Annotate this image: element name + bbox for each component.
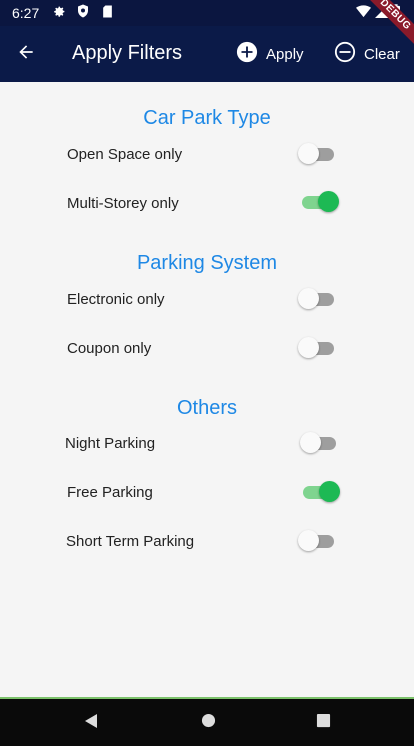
navigation-bar xyxy=(0,699,414,746)
status-bar: 6:27 xyxy=(0,0,414,26)
sd-card-icon xyxy=(100,3,114,19)
night-parking-switch[interactable] xyxy=(300,432,340,454)
clear-label: Clear xyxy=(364,45,400,63)
clear-button[interactable]: Clear xyxy=(334,40,400,68)
page-title: Apply Filters xyxy=(72,42,183,64)
coupon-switch[interactable] xyxy=(298,337,338,359)
multi-storey-switch[interactable] xyxy=(300,191,340,213)
section-title-parking-system: Parking System xyxy=(136,252,278,274)
free-parking-switch[interactable] xyxy=(301,481,341,503)
back-button[interactable] xyxy=(10,40,42,68)
nav-recents-button[interactable] xyxy=(311,711,335,735)
triangle-back-icon xyxy=(83,713,99,734)
minus-circle-icon xyxy=(334,41,356,68)
apply-button[interactable]: Apply xyxy=(236,40,304,68)
filters-panel: Car Park Type Open Space only Multi-Stor… xyxy=(0,82,414,697)
wifi-icon xyxy=(356,5,371,23)
square-recents-icon xyxy=(316,713,331,733)
arrow-left-icon xyxy=(16,42,36,67)
gear-icon xyxy=(52,3,66,19)
electronic-label: Electronic only xyxy=(67,291,165,308)
multi-storey-label: Multi-Storey only xyxy=(67,195,179,212)
section-title-car-park-type: Car Park Type xyxy=(143,107,271,129)
short-term-parking-switch[interactable] xyxy=(298,530,338,552)
nav-home-button[interactable] xyxy=(196,711,220,735)
section-title-others: Others xyxy=(176,397,238,419)
apply-label: Apply xyxy=(266,45,304,63)
open-space-switch[interactable] xyxy=(298,143,338,165)
plus-circle-icon xyxy=(236,41,258,68)
short-term-parking-label: Short Term Parking xyxy=(66,533,195,550)
coupon-label: Coupon only xyxy=(67,340,152,357)
app-bar: Apply Filters Apply Clear xyxy=(0,26,414,82)
circle-home-icon xyxy=(201,713,216,733)
status-time: 6:27 xyxy=(12,5,40,21)
open-space-label: Open Space only xyxy=(67,146,183,163)
shield-icon xyxy=(76,3,90,19)
nav-back-button[interactable] xyxy=(79,711,103,735)
night-parking-label: Night Parking xyxy=(65,435,156,452)
free-parking-label: Free Parking xyxy=(67,484,153,501)
electronic-switch[interactable] xyxy=(298,288,338,310)
